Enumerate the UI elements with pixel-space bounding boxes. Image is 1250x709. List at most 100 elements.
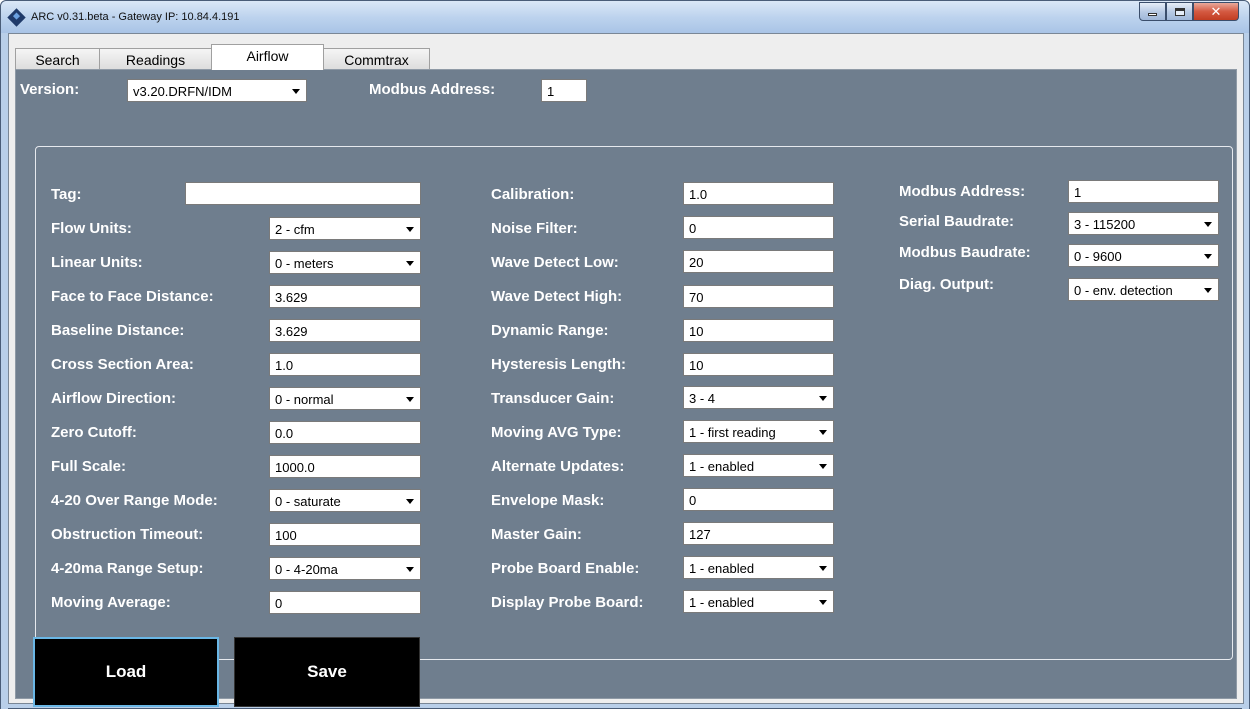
maximize-icon xyxy=(1174,7,1185,16)
chevron-down-icon xyxy=(1204,254,1212,259)
tab-commtrax[interactable]: Commtrax xyxy=(323,48,430,70)
chevron-down-icon xyxy=(406,227,414,232)
flow-units-select[interactable]: 2 - cfm xyxy=(269,217,421,240)
full-scale-label: Full Scale: xyxy=(51,458,127,475)
diag-output-label: Diag. Output: xyxy=(899,276,994,293)
version-select-value: v3.20.DRFN/IDM xyxy=(133,84,232,99)
calibration-label: Calibration: xyxy=(491,186,575,203)
chevron-down-icon xyxy=(819,430,827,435)
chevron-down-icon xyxy=(406,397,414,402)
airflow-direction-label: Airflow Direction: xyxy=(51,390,177,407)
face-distance-label: Face to Face Distance: xyxy=(51,288,214,305)
face-distance-input[interactable]: 3.629 xyxy=(269,285,421,308)
zero-cutoff-label: Zero Cutoff: xyxy=(51,424,137,441)
transducer-gain-select[interactable]: 3 - 4 xyxy=(683,386,834,409)
flow-units-value: 2 - cfm xyxy=(275,222,315,237)
tag-input[interactable] xyxy=(185,182,421,205)
moving-average-input[interactable]: 0 xyxy=(269,591,421,614)
full-scale-input[interactable]: 1000.0 xyxy=(269,455,421,478)
transducer-gain-label: Transducer Gain: xyxy=(491,390,615,407)
calibration-input[interactable]: 1.0 xyxy=(683,182,834,205)
display-probe-board-value: 1 - enabled xyxy=(689,595,755,610)
probe-board-enable-label: Probe Board Enable: xyxy=(491,560,640,577)
moving-avg-type-select[interactable]: 1 - first reading xyxy=(683,420,834,443)
master-gain-label: Master Gain: xyxy=(491,526,582,543)
tag-label: Tag: xyxy=(51,186,82,203)
wave-detect-low-input[interactable]: 20 xyxy=(683,250,834,273)
window-border-left xyxy=(1,33,8,709)
chevron-down-icon xyxy=(406,261,414,266)
probe-board-enable-select[interactable]: 1 - enabled xyxy=(683,556,834,579)
diag-output-value: 0 - env. detection xyxy=(1074,283,1173,298)
obstruction-timeout-label: Obstruction Timeout: xyxy=(51,526,204,543)
noise-filter-input[interactable]: 0 xyxy=(683,216,834,239)
window-title: ARC v0.31.beta - Gateway IP: 10.84.4.191 xyxy=(31,11,240,23)
transducer-gain-value: 3 - 4 xyxy=(689,391,716,406)
tab-search[interactable]: Search xyxy=(15,48,100,70)
minimize-icon xyxy=(1148,13,1157,16)
baseline-distance-label: Baseline Distance: xyxy=(51,322,185,339)
save-button[interactable]: Save xyxy=(234,637,420,707)
tab-airflow[interactable]: Airflow xyxy=(211,44,324,70)
client-area: Search Readings Airflow Commtrax Version… xyxy=(8,33,1244,707)
cross-section-input[interactable]: 1.0 xyxy=(269,353,421,376)
settings-groupbox xyxy=(35,146,1233,660)
modbus-address-label: Modbus Address: xyxy=(899,183,1026,200)
close-button[interactable]: ✕ xyxy=(1193,2,1239,21)
obstruction-timeout-input[interactable]: 100 xyxy=(269,523,421,546)
chevron-down-icon xyxy=(406,567,414,572)
range-setup-select[interactable]: 0 - 4-20ma xyxy=(269,557,421,580)
maximize-button[interactable] xyxy=(1166,2,1193,21)
linear-units-value: 0 - meters xyxy=(275,256,334,271)
over-range-mode-value: 0 - saturate xyxy=(275,494,341,509)
over-range-mode-label: 4-20 Over Range Mode: xyxy=(51,492,218,509)
envelope-mask-label: Envelope Mask: xyxy=(491,492,605,509)
chevron-down-icon xyxy=(1204,288,1212,293)
tab-strip: Search Readings Airflow Commtrax xyxy=(15,44,430,70)
display-probe-board-select[interactable]: 1 - enabled xyxy=(683,590,834,613)
close-icon: ✕ xyxy=(1210,3,1222,19)
version-select[interactable]: v3.20.DRFN/IDM xyxy=(127,79,307,102)
serial-baudrate-label: Serial Baudrate: xyxy=(899,213,1015,230)
flow-units-label: Flow Units: xyxy=(51,220,132,237)
header-modbus-label: Modbus Address: xyxy=(369,81,496,98)
hysteresis-length-input[interactable]: 10 xyxy=(683,353,834,376)
range-setup-value: 0 - 4-20ma xyxy=(275,562,338,577)
diag-output-select[interactable]: 0 - env. detection xyxy=(1068,278,1219,301)
modbus-baudrate-value: 0 - 9600 xyxy=(1074,249,1122,264)
wave-detect-low-label: Wave Detect Low: xyxy=(491,254,619,271)
airflow-panel: Version: v3.20.DRFN/IDM Modbus Address: … xyxy=(15,69,1237,699)
modbus-baudrate-label: Modbus Baudrate: xyxy=(899,244,1031,261)
airflow-direction-value: 0 - normal xyxy=(275,392,334,407)
load-button[interactable]: Load xyxy=(33,637,219,707)
wave-detect-high-input[interactable]: 70 xyxy=(683,285,834,308)
master-gain-input[interactable]: 127 xyxy=(683,522,834,545)
envelope-mask-input[interactable]: 0 xyxy=(683,488,834,511)
baseline-distance-input[interactable]: 3.629 xyxy=(269,319,421,342)
app-window: ARC v0.31.beta - Gateway IP: 10.84.4.191… xyxy=(0,0,1250,709)
serial-baudrate-select[interactable]: 3 - 115200 xyxy=(1068,212,1219,235)
modbus-baudrate-select[interactable]: 0 - 9600 xyxy=(1068,244,1219,267)
dynamic-range-input[interactable]: 10 xyxy=(683,319,834,342)
airflow-direction-select[interactable]: 0 - normal xyxy=(269,387,421,410)
cross-section-label: Cross Section Area: xyxy=(51,356,194,373)
moving-average-label: Moving Average: xyxy=(51,594,171,611)
version-label: Version: xyxy=(20,81,80,98)
title-bar[interactable]: ARC v0.31.beta - Gateway IP: 10.84.4.191… xyxy=(1,1,1249,33)
chevron-down-icon xyxy=(819,464,827,469)
linear-units-select[interactable]: 0 - meters xyxy=(269,251,421,274)
display-probe-board-label: Display Probe Board: xyxy=(491,594,644,611)
wave-detect-high-label: Wave Detect High: xyxy=(491,288,623,305)
minimize-button[interactable] xyxy=(1139,2,1166,21)
chevron-down-icon xyxy=(406,499,414,504)
tab-readings[interactable]: Readings xyxy=(99,48,212,70)
header-modbus-input[interactable]: 1 xyxy=(541,79,587,102)
chevron-down-icon xyxy=(819,566,827,571)
modbus-address-input[interactable]: 1 xyxy=(1068,180,1219,203)
chevron-down-icon xyxy=(1204,222,1212,227)
range-setup-label: 4-20ma Range Setup: xyxy=(51,560,204,577)
serial-baudrate-value: 3 - 115200 xyxy=(1074,217,1136,232)
zero-cutoff-input[interactable]: 0.0 xyxy=(269,421,421,444)
over-range-mode-select[interactable]: 0 - saturate xyxy=(269,489,421,512)
alternate-updates-select[interactable]: 1 - enabled xyxy=(683,454,834,477)
